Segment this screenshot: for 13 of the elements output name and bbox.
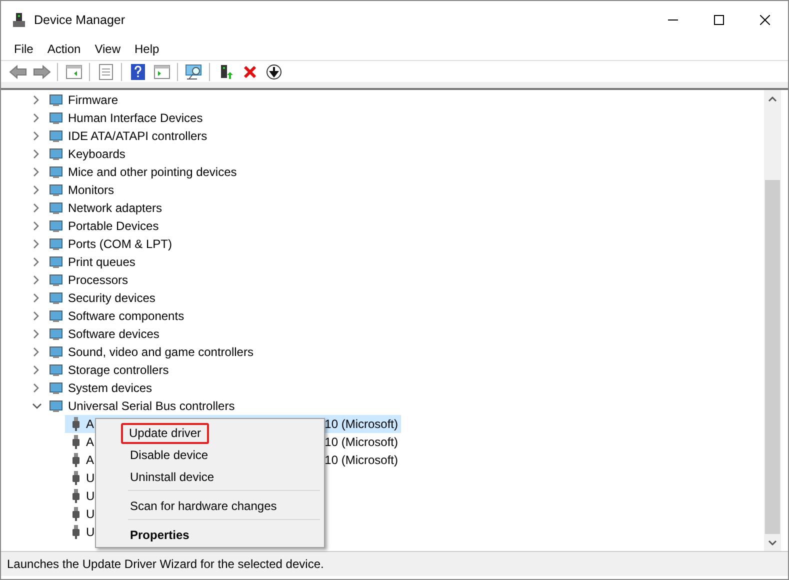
device-name-end: 10 (Microsoft)	[324, 417, 399, 431]
status-text: Launches the Update Driver Wizard for the selected device.	[1, 551, 788, 576]
highlight-frame: Update driver	[121, 423, 210, 444]
device-name-end: 10 (Microsoft)	[324, 453, 399, 467]
device-name: U	[86, 525, 95, 539]
device-name: U	[86, 489, 95, 503]
window-title: Device Manager	[34, 12, 126, 26]
device-name: U	[86, 507, 95, 521]
device-name: U	[86, 471, 95, 485]
device-name: A	[86, 417, 94, 431]
device-name-end: 10 (Microsoft)	[324, 435, 399, 449]
device-name: A	[86, 453, 94, 467]
device-name: A	[86, 435, 94, 449]
